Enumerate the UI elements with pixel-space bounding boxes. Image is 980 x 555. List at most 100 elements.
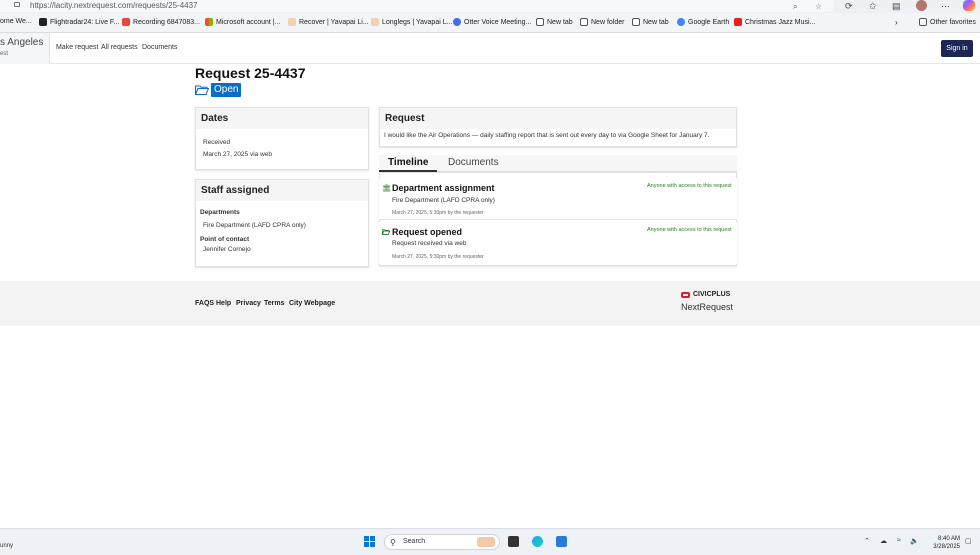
clock-date: 3/28/2025 (933, 544, 960, 550)
footer-link-privacy[interactable]: Privacy (236, 300, 261, 307)
profile-avatar[interactable] (916, 0, 927, 11)
taskbar-clock[interactable]: 8:40 AM 3/28/2025 (928, 535, 960, 551)
dates-card: Dates Received March 27, 2025 via web (195, 107, 369, 170)
more-icon[interactable]: ⋯ (941, 0, 950, 12)
clock-time: 8:40 AM (937, 536, 960, 542)
departments-value: Fire Department (LAFD CPRA only) (203, 222, 306, 229)
youtube-icon (734, 18, 742, 26)
favorite-star-icon[interactable]: ☆ (815, 0, 822, 13)
folder-open-icon (382, 229, 390, 235)
cloud-icon[interactable]: ☁ (880, 537, 887, 545)
site-brand[interactable]: s Angeles est (0, 33, 50, 64)
bookmark-item[interactable]: Recording 6847083... (122, 18, 200, 26)
timeline-title: Department assignment (392, 183, 495, 193)
received-value: March 27, 2025 via web (203, 151, 273, 158)
page-title: Request 25-4437 (195, 65, 306, 81)
google-earth-icon (677, 18, 685, 26)
visibility-label: Anyone with access to this request (647, 183, 732, 189)
departments-label: Departments (200, 209, 240, 216)
civicplus-logo-text: CIVICPLUS (693, 291, 731, 298)
snipping-tool-icon[interactable] (556, 536, 567, 547)
folder-icon (919, 18, 927, 26)
brand-title: s Angeles (0, 37, 44, 48)
footer-link-faqs[interactable]: FAQS (195, 300, 214, 307)
notification-icon[interactable]: ▢ (965, 537, 972, 545)
bookmark-icon (371, 18, 379, 26)
address-bar[interactable]: https://lacity.nextrequest.com/requests/… (0, 0, 834, 12)
weather-widget[interactable]: unny (0, 543, 13, 549)
site-footer (0, 281, 980, 326)
tray-chevron-up-icon[interactable]: ⌃ (864, 537, 870, 545)
civicplus-logo-icon (681, 292, 690, 298)
edge-icon[interactable] (532, 536, 543, 547)
staff-card: Staff assigned Departments Fire Departme… (195, 179, 369, 267)
bookmark-icon (39, 18, 47, 26)
microsoft-icon (205, 18, 213, 26)
taskbar-search-label: Search (403, 538, 426, 545)
windows-start-icon[interactable] (364, 536, 375, 547)
request-heading: Request (380, 108, 736, 129)
visibility-label: Anyone with access to this request (647, 227, 732, 233)
bookmark-item[interactable]: Microsoft account |... (205, 18, 280, 26)
address-url: https://lacity.nextrequest.com/requests/… (30, 1, 198, 10)
other-favorites[interactable]: Other favorites (919, 18, 976, 26)
timeline-detail: Request received via web (392, 240, 467, 247)
nav-all-requests[interactable]: All requests (101, 44, 138, 51)
chevron-right-icon[interactable]: › (895, 18, 898, 27)
collections-icon[interactable]: ▤ (892, 0, 901, 12)
building-icon: 🏛 (382, 185, 391, 192)
timeline-item: Request opened Request received via web … (379, 222, 737, 264)
task-view-icon[interactable] (508, 536, 519, 547)
favorites-icon[interactable]: ✩ (869, 0, 877, 12)
timeline-item: 🏛 Department assignment Fire Department … (379, 178, 737, 220)
timeline-detail: Fire Department (LAFD CPRA only) (392, 197, 495, 204)
bookmarks-bar: ome We... Flightradar24: Live F... Recor… (0, 13, 980, 33)
bookmark-item[interactable]: Recover | Yavapai Li... (288, 18, 369, 26)
bookmark-item[interactable]: Christmas Jazz Musi... (734, 18, 815, 26)
bookmark-item[interactable]: New folder (580, 18, 624, 26)
bookmark-item[interactable]: Google Earth (677, 18, 729, 26)
search-highlight-icon (477, 537, 495, 547)
tab-documents[interactable]: Documents (448, 157, 499, 168)
bookmark-item[interactable]: ome We... (0, 18, 32, 25)
tab-icon (536, 18, 544, 26)
nav-make-request[interactable]: Make request (56, 44, 98, 51)
footer-link-terms[interactable]: Terms (264, 300, 285, 307)
poc-label: Point of contact (200, 236, 250, 243)
wifi-icon[interactable]: ≈ (897, 537, 901, 544)
received-label: Received (203, 139, 231, 146)
request-text: I would like the Air Operations — daily … (384, 132, 710, 139)
lock-icon (14, 2, 20, 7)
bookmark-item[interactable]: New tab (632, 18, 669, 26)
bookmark-item[interactable]: Longlegs | Yavapai L... (371, 18, 452, 26)
otter-icon (453, 18, 461, 26)
dates-heading: Dates (196, 108, 368, 129)
nextrequest-logo: NextRequest (681, 302, 734, 312)
bookmark-icon (288, 18, 296, 26)
taskbar-search[interactable]: ⚲ Search (384, 534, 500, 550)
footer-link-city-webpage[interactable]: City Webpage (289, 300, 335, 307)
bookmark-item[interactable]: Otter Voice Meeting... (453, 18, 531, 26)
bookmark-item[interactable]: New tab (536, 18, 573, 26)
bookmark-icon (122, 18, 130, 26)
refresh-icon[interactable]: ⟳ (845, 0, 853, 12)
site-header: s Angeles est Make request All requests … (0, 33, 980, 64)
request-card: Request I would like the Air Operations … (379, 107, 737, 147)
bookmark-item[interactable]: Flightradar24: Live F... (39, 18, 119, 26)
staff-heading: Staff assigned (196, 180, 368, 201)
zoom-icon[interactable]: ⌕ (793, 0, 797, 13)
folder-icon (580, 18, 588, 26)
search-icon: ⚲ (390, 538, 396, 547)
folder-open-icon (195, 85, 209, 95)
brand-subtitle: est (0, 51, 9, 57)
footer-link-help[interactable]: Help (216, 300, 231, 307)
sign-in-button[interactable]: Sign in (941, 40, 973, 57)
poc-value: Jennifer Cornejo (203, 246, 251, 253)
nav-documents[interactable]: Documents (142, 44, 177, 51)
browser-toolbar: https://lacity.nextrequest.com/requests/… (0, 0, 980, 13)
tab-timeline[interactable]: Timeline (388, 157, 428, 168)
volume-icon[interactable]: 🔈 (910, 537, 919, 545)
status-badge: Open (211, 83, 242, 97)
timeline-title: Request opened (392, 227, 463, 237)
copilot-icon[interactable] (963, 0, 975, 11)
